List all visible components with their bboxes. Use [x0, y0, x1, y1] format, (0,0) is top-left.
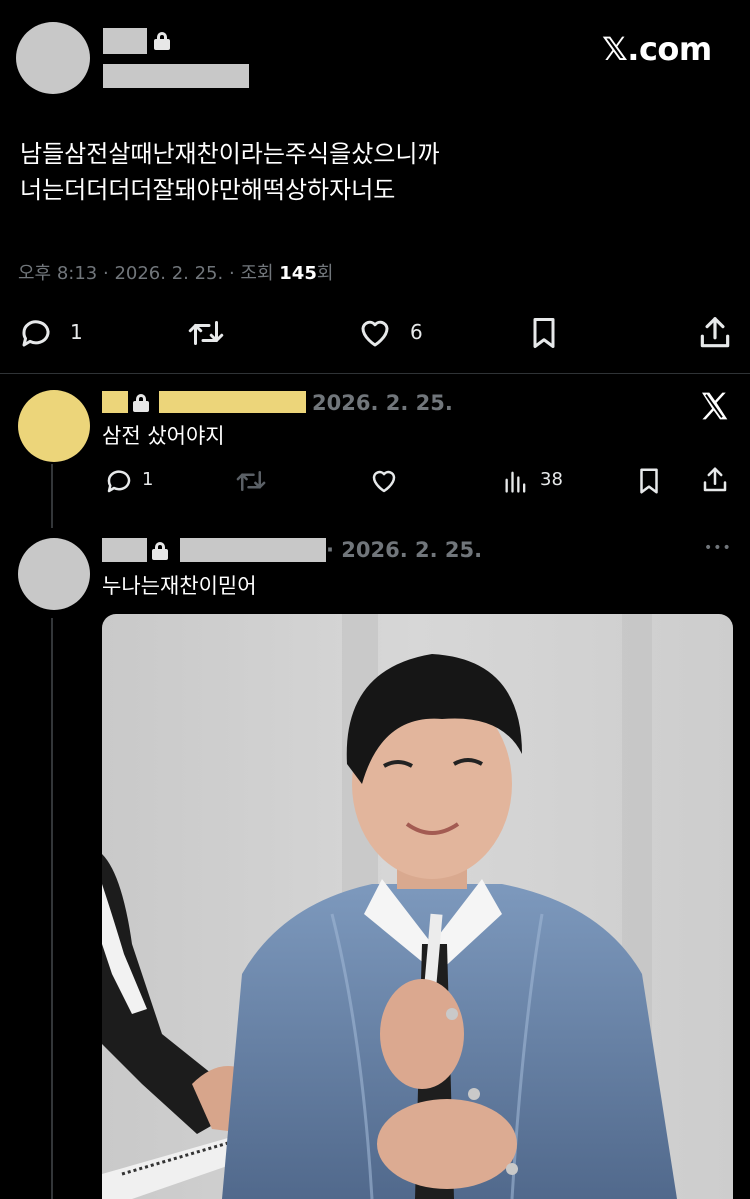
- author-handle-redacted[interactable]: [103, 64, 249, 88]
- x-logo: 𝕏.com: [602, 30, 712, 68]
- heart-icon: [361, 320, 389, 347]
- lock-icon: [133, 394, 149, 412]
- meta-separator: ·: [326, 538, 342, 562]
- reply-1-date[interactable]: 2026. 2. 25.: [312, 391, 453, 415]
- author-avatar[interactable]: [16, 22, 90, 94]
- reply-1-handle-redacted[interactable]: [159, 391, 306, 413]
- retweet-icon: [188, 321, 224, 345]
- views-unit: 회: [316, 263, 334, 284]
- reply-icon: [22, 320, 50, 347]
- thread-line: [51, 464, 53, 528]
- thread-line: [51, 618, 53, 1199]
- reply-1-reply-count: 1: [142, 469, 154, 490]
- share-icon: [700, 317, 730, 348]
- tweet-time[interactable]: 오후 8:13: [18, 263, 97, 284]
- bookmark-button[interactable]: [526, 315, 562, 351]
- reply-button[interactable]: 1: [18, 315, 98, 351]
- reply-1-retweet-button[interactable]: [234, 466, 268, 496]
- like-count: 6: [410, 320, 423, 344]
- reply-1-avatar[interactable]: [18, 390, 90, 462]
- reply-icon: [107, 470, 131, 493]
- reply-2-date-text[interactable]: 2026. 2. 25.: [341, 538, 482, 562]
- bookmark-icon: [640, 468, 658, 494]
- tweet-photo[interactable]: [102, 614, 733, 1199]
- more-options-button[interactable]: •••: [704, 540, 732, 556]
- reply-1-text: 삼전 샀어야지: [102, 424, 225, 448]
- author-name-redacted[interactable]: [103, 28, 147, 54]
- section-divider: [0, 373, 750, 374]
- views-label: 조회: [240, 263, 274, 284]
- share-button[interactable]: [696, 314, 734, 352]
- meta-separator: ·: [103, 263, 115, 284]
- reply-2-date[interactable]: · 2026. 2. 25.: [326, 538, 482, 562]
- photo-illustration: [102, 614, 733, 1199]
- lock-icon: [154, 32, 170, 50]
- bookmark-icon: [533, 318, 555, 348]
- reply-1-views-count: 38: [540, 469, 563, 490]
- meta-separator: ·: [228, 263, 241, 284]
- tweet-meta: 오후 8:13 · 2026. 2. 25. · 조회 145회: [18, 259, 333, 285]
- reply-count: 1: [70, 320, 83, 344]
- reply-2-name-redacted[interactable]: [102, 538, 147, 562]
- tweet-text-line-1: 남들삼전살때난재찬이라는주식을샀으니까: [20, 140, 440, 168]
- tweet-date[interactable]: 2026. 2. 25.: [114, 263, 223, 284]
- retweet-icon: [236, 471, 266, 491]
- x-logo-icon: [698, 390, 730, 422]
- reply-1-like-button[interactable]: [368, 466, 400, 496]
- analytics-icon: [505, 471, 526, 493]
- reply-2-avatar[interactable]: [18, 538, 90, 610]
- share-icon: [703, 467, 727, 492]
- tweet-text-line-2: 너는더더더더잘돼야만해떡상하자너도: [20, 176, 396, 204]
- lock-icon: [152, 542, 168, 560]
- reply-2-handle-redacted[interactable]: [180, 538, 326, 562]
- reply-2-text: 누나는재찬이믿어: [102, 574, 257, 598]
- reply-1-reply-button[interactable]: 1: [104, 466, 164, 496]
- heart-icon: [372, 470, 396, 493]
- like-button[interactable]: 6: [356, 315, 446, 351]
- retweet-button[interactable]: [186, 315, 226, 351]
- reply-1-name-redacted[interactable]: [102, 391, 128, 413]
- reply-1-bookmark-button[interactable]: [634, 466, 664, 496]
- reply-1-share-button[interactable]: [700, 465, 730, 495]
- views-count: 145: [279, 263, 317, 284]
- reply-1-views-button[interactable]: 38: [502, 466, 582, 496]
